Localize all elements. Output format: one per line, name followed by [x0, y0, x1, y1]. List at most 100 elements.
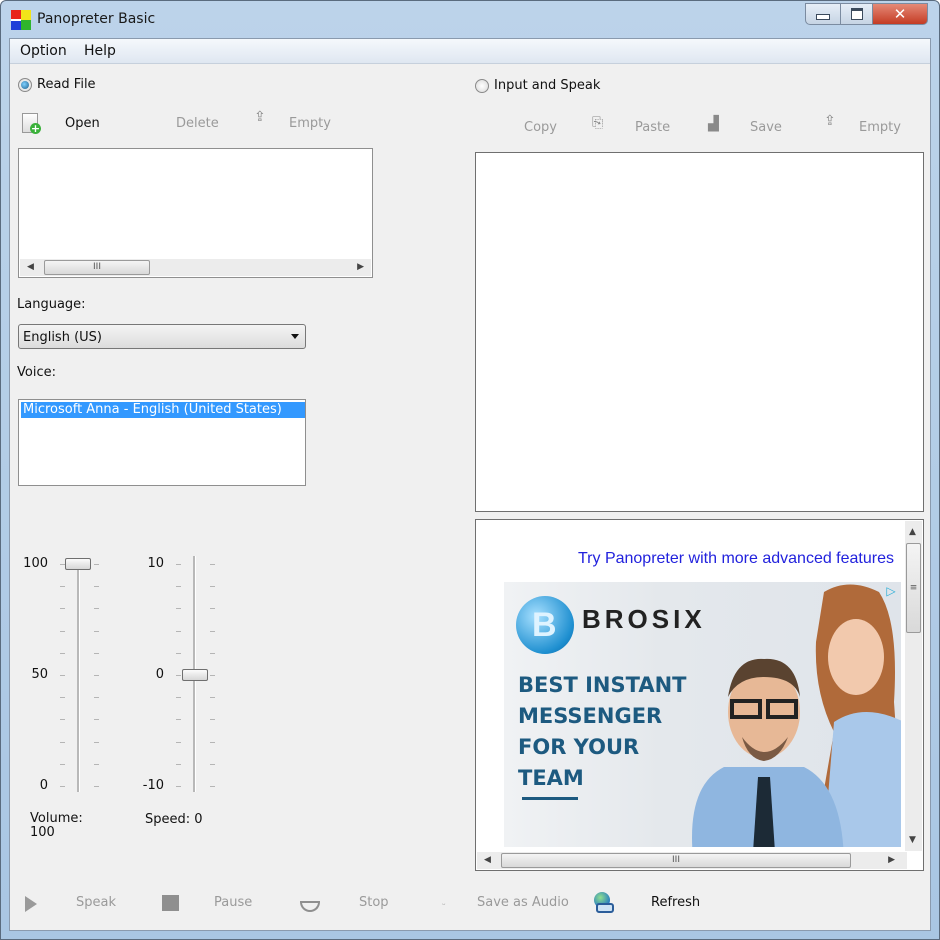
slider-tick [176, 608, 181, 609]
read-file-radio[interactable]: Read File [18, 77, 96, 92]
ad-panel: Try Panopreter with more advanced featur… [475, 519, 924, 871]
speed-slider-thumb[interactable] [182, 669, 208, 681]
slider-tick [176, 564, 181, 565]
app-logo-icon [11, 10, 31, 30]
paste-button[interactable]: Paste [635, 120, 670, 135]
save-icon[interactable]: ▟ [708, 116, 719, 132]
ad-choices-icon[interactable]: ▷ [883, 584, 899, 600]
refresh-globe-icon[interactable] [594, 892, 614, 913]
refresh-button[interactable]: Refresh [651, 895, 700, 910]
empty-text-icon[interactable]: ⇪ [824, 113, 836, 129]
volume-slider-thumb[interactable] [65, 558, 91, 570]
slider-tick [176, 653, 181, 654]
volume-mid-label: 50 [31, 667, 48, 682]
ad-hscroll-thumb[interactable]: III [501, 853, 851, 868]
scroll-right-icon[interactable]: ▶ [888, 855, 895, 865]
slider-tick [210, 631, 215, 632]
minimize-icon [816, 14, 830, 20]
pause-button[interactable]: Pause [214, 895, 252, 910]
empty-button[interactable]: Empty [289, 116, 331, 131]
empty-icon[interactable]: ⇪ [254, 109, 266, 125]
ad-banner[interactable]: B BROSIX BEST INSTANT MESSENGER FOR YOUR… [504, 582, 901, 847]
scroll-right-icon[interactable]: ▶ [357, 262, 364, 272]
minimize-button[interactable] [805, 3, 841, 25]
stop-icon[interactable] [300, 901, 320, 912]
ad-headline: BEST INSTANT MESSENGER FOR YOUR TEAM [518, 673, 687, 790]
slider-tick [94, 608, 99, 609]
slider-tick [94, 653, 99, 654]
slider-tick [210, 742, 215, 743]
radio-unselected-icon [475, 78, 489, 93]
delete-button[interactable]: Delete [176, 116, 219, 131]
copy-button[interactable]: Copy [524, 120, 557, 135]
empty-text-button[interactable]: Empty [859, 120, 901, 135]
slider-tick [94, 675, 99, 676]
slider-tick [210, 564, 215, 565]
speed-max-label: 10 [147, 556, 164, 571]
stop-button[interactable]: Stop [359, 895, 389, 910]
slider-tick [176, 719, 181, 720]
scroll-up-icon[interactable]: ▲ [909, 527, 916, 537]
voice-label: Voice: [17, 365, 56, 380]
play-icon[interactable] [25, 896, 37, 912]
slider-tick [94, 719, 99, 720]
ad-vscrollbar[interactable]: ▲ ≡ ▼ [905, 521, 922, 851]
brosix-logo-icon: B [516, 596, 574, 654]
slider-tick [94, 764, 99, 765]
speak-text-area[interactable] [475, 152, 924, 512]
radio-selected-icon [18, 77, 32, 92]
slider-tick [60, 631, 65, 632]
menu-bar: Option Help [10, 39, 930, 64]
save-button[interactable]: Save [750, 120, 782, 135]
slider-tick [60, 675, 65, 676]
file-list[interactable]: ◀ III ▶ [18, 148, 373, 278]
file-list-hscrollbar[interactable]: ◀ III ▶ [20, 259, 371, 276]
scroll-left-icon[interactable]: ◀ [484, 855, 491, 865]
slider-tick [94, 697, 99, 698]
slider-tick [176, 586, 181, 587]
speak-button[interactable]: Speak [76, 895, 116, 910]
slider-tick [94, 742, 99, 743]
input-and-speak-radio[interactable]: Input and Speak [475, 78, 600, 93]
slider-tick [94, 564, 99, 565]
ad-hscrollbar[interactable]: ◀ III ▶ [477, 852, 907, 869]
scroll-down-icon[interactable]: ▼ [909, 835, 916, 845]
speed-min-label: -10 [142, 778, 164, 793]
save-audio-icon[interactable]: ᵕ [442, 901, 446, 911]
language-value: English (US) [23, 330, 102, 345]
slider-tick [60, 586, 65, 587]
menu-option[interactable]: Option [20, 43, 67, 59]
slider-tick [176, 697, 181, 698]
title-bar[interactable]: Panopreter Basic ✕ [1, 1, 939, 37]
ad-link[interactable]: Try Panopreter with more advanced featur… [556, 550, 916, 568]
slider-tick [60, 697, 65, 698]
volume-slider-track[interactable] [77, 562, 80, 792]
slider-tick [60, 719, 65, 720]
open-button[interactable]: Open [65, 116, 100, 131]
ad-vscroll-thumb[interactable]: ≡ [906, 543, 921, 633]
volume-caption: Volume: 100 [30, 811, 83, 840]
slider-tick [210, 719, 215, 720]
close-button[interactable]: ✕ [872, 3, 928, 25]
save-as-audio-button[interactable]: Save as Audio [477, 895, 569, 910]
paste-icon[interactable]: ⎘ [592, 115, 603, 131]
menu-help[interactable]: Help [84, 43, 116, 59]
client-area: Option Help Read File + Open Delete ⇪ Em… [9, 38, 931, 931]
slider-tick [60, 608, 65, 609]
slider-tick [210, 586, 215, 587]
slider-tick [210, 764, 215, 765]
pause-icon[interactable] [162, 895, 171, 911]
slider-tick [176, 631, 181, 632]
scroll-thumb[interactable]: III [44, 260, 150, 275]
language-select[interactable]: English (US) [18, 324, 306, 349]
voice-list[interactable]: Microsoft Anna - English (United States) [18, 399, 306, 486]
scroll-left-icon[interactable]: ◀ [27, 262, 34, 272]
app-window: Panopreter Basic ✕ Option Help Read File… [0, 0, 940, 940]
slider-tick [210, 697, 215, 698]
voice-item-selected[interactable]: Microsoft Anna - English (United States) [21, 402, 305, 418]
volume-min-label: 0 [39, 778, 48, 793]
maximize-button[interactable] [840, 3, 873, 25]
slider-tick [60, 742, 65, 743]
slider-tick [176, 742, 181, 743]
open-file-icon[interactable]: + [22, 113, 41, 134]
